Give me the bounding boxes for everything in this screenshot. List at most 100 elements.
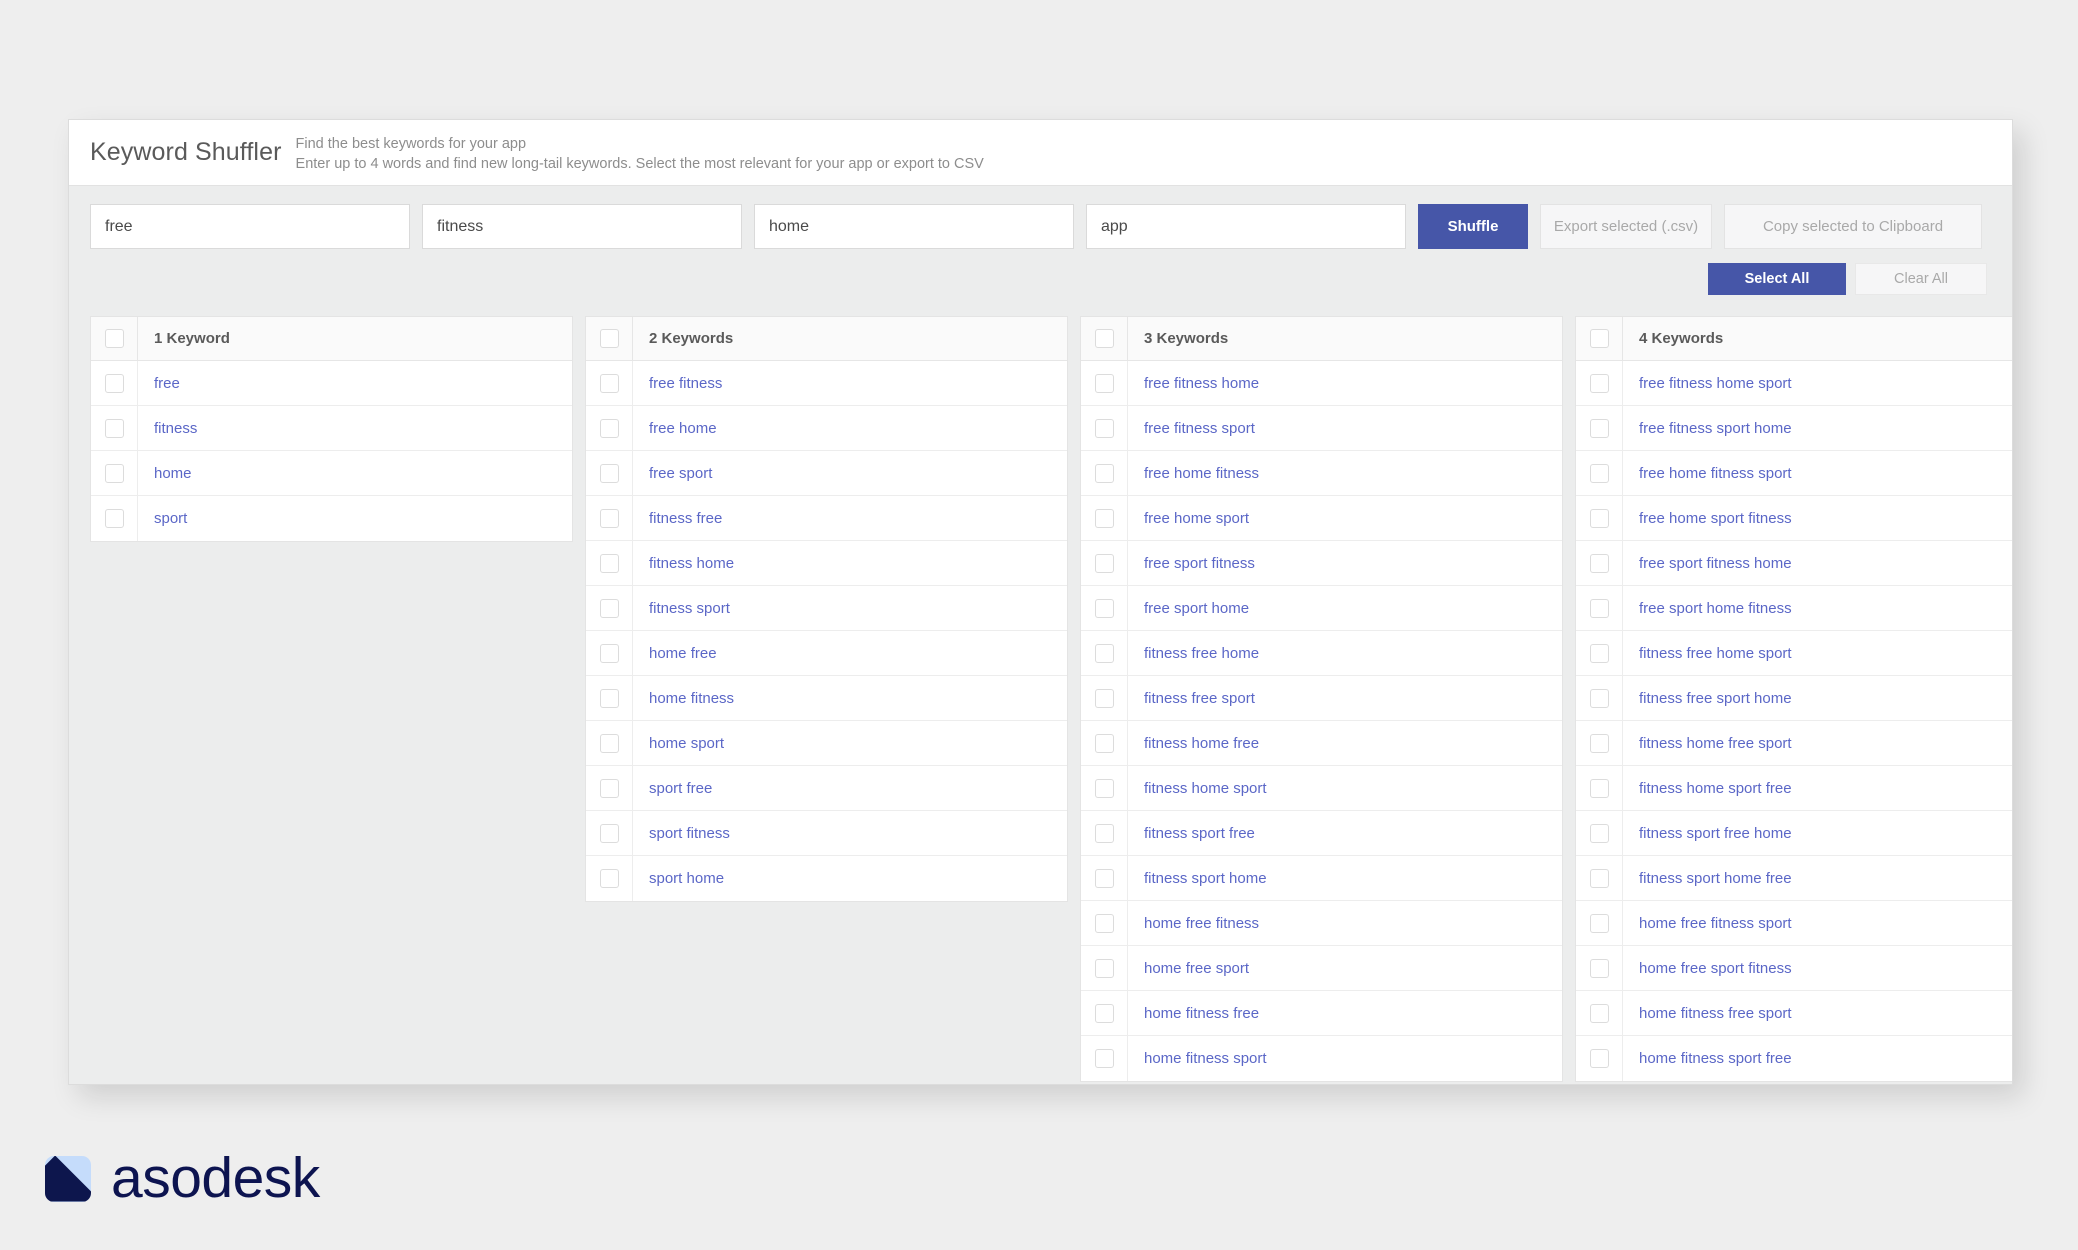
keyword-row[interactable]: free fitness — [586, 361, 1067, 406]
export-selected-button[interactable]: Export selected (.csv) — [1540, 204, 1712, 249]
keyword-label[interactable]: fitness home free sport — [1623, 735, 1792, 752]
keyword-checkbox-cell[interactable] — [1576, 901, 1623, 945]
keyword-checkbox[interactable] — [1094, 1049, 1114, 1068]
keyword-checkbox[interactable] — [1094, 508, 1114, 528]
keyword-row[interactable]: home free fitness sport — [1576, 901, 2012, 946]
keyword-checkbox-cell[interactable] — [91, 496, 138, 541]
keyword-label[interactable]: fitness home — [633, 555, 734, 572]
keyword-checkbox[interactable] — [104, 373, 124, 393]
keyword-label[interactable]: home free fitness — [1128, 915, 1259, 932]
keyword-checkbox[interactable] — [599, 688, 619, 708]
keyword-checkbox-cell[interactable] — [1081, 406, 1128, 450]
keyword-row[interactable]: home fitness — [586, 676, 1067, 721]
keyword-checkbox[interactable] — [1094, 733, 1114, 753]
keyword-checkbox[interactable] — [104, 463, 124, 483]
keyword-label[interactable]: fitness home free — [1128, 735, 1259, 752]
keyword-checkbox[interactable] — [1589, 1049, 1609, 1068]
keyword-checkbox[interactable] — [1589, 733, 1609, 753]
keyword-checkbox[interactable] — [1094, 1003, 1114, 1023]
keyword-checkbox-cell[interactable] — [1081, 946, 1128, 990]
keyword-checkbox-cell[interactable] — [1081, 541, 1128, 585]
keyword-checkbox-cell[interactable] — [1576, 991, 1623, 1035]
keyword-checkbox-cell[interactable] — [1576, 631, 1623, 675]
keyword-label[interactable]: fitness home sport free — [1623, 780, 1792, 797]
keyword-label[interactable]: fitness free sport home — [1623, 690, 1792, 707]
keyword-label[interactable]: fitness free sport — [1128, 690, 1255, 707]
keyword-row[interactable]: fitness home — [586, 541, 1067, 586]
column-select-checkbox-cell[interactable] — [586, 317, 633, 360]
keyword-checkbox[interactable] — [1094, 868, 1114, 888]
keyword-checkbox[interactable] — [1589, 958, 1609, 978]
keyword-checkbox[interactable] — [599, 463, 619, 483]
keyword-label[interactable]: home free sport fitness — [1623, 960, 1792, 977]
keyword-row[interactable]: free fitness home — [1081, 361, 1562, 406]
keyword-row[interactable]: free fitness sport — [1081, 406, 1562, 451]
keyword-row[interactable]: fitness free home sport — [1576, 631, 2012, 676]
keyword-label[interactable]: free sport — [633, 465, 712, 482]
keyword-row[interactable]: fitness home free — [1081, 721, 1562, 766]
keyword-label[interactable]: fitness sport free home — [1623, 825, 1792, 842]
keyword-checkbox-cell[interactable] — [1576, 541, 1623, 585]
keyword-row[interactable]: free sport home — [1081, 586, 1562, 631]
keyword-checkbox-cell[interactable] — [586, 496, 633, 540]
keyword-label[interactable]: free fitness home — [1128, 375, 1259, 392]
keyword-label[interactable]: fitness — [138, 420, 197, 437]
keyword-checkbox-cell[interactable] — [586, 631, 633, 675]
keyword-checkbox-cell[interactable] — [1576, 451, 1623, 495]
keyword-row[interactable]: fitness free sport — [1081, 676, 1562, 721]
keyword-row[interactable]: fitness home sport — [1081, 766, 1562, 811]
keyword-checkbox-cell[interactable] — [586, 541, 633, 585]
keyword-checkbox-cell[interactable] — [1081, 811, 1128, 855]
keyword-label[interactable]: fitness sport free — [1128, 825, 1255, 842]
keyword-label[interactable]: sport home — [633, 870, 724, 887]
keyword-checkbox[interactable] — [1589, 868, 1609, 888]
keyword-label[interactable]: free sport home fitness — [1623, 600, 1792, 617]
keyword-row[interactable]: free home sport fitness — [1576, 496, 2012, 541]
keyword-row[interactable]: home sport — [586, 721, 1067, 766]
keyword-label[interactable]: fitness free home sport — [1623, 645, 1792, 662]
keyword-row[interactable]: fitness home sport free — [1576, 766, 2012, 811]
keyword-checkbox[interactable] — [599, 823, 619, 843]
keyword-checkbox-cell[interactable] — [1081, 1036, 1128, 1081]
keyword-row[interactable]: free home — [586, 406, 1067, 451]
column-select-checkbox-cell[interactable] — [1081, 317, 1128, 360]
keyword-checkbox[interactable] — [1589, 823, 1609, 843]
keyword-checkbox-cell[interactable] — [1576, 676, 1623, 720]
keyword-checkbox-cell[interactable] — [1081, 631, 1128, 675]
keyword-checkbox-cell[interactable] — [1081, 676, 1128, 720]
keyword-row[interactable]: fitness free — [586, 496, 1067, 541]
keyword-checkbox-cell[interactable] — [586, 811, 633, 855]
keyword-checkbox[interactable] — [1589, 598, 1609, 618]
keyword-row[interactable]: home — [91, 451, 572, 496]
keyword-label[interactable]: fitness free home — [1128, 645, 1259, 662]
keyword-row[interactable]: free home fitness sport — [1576, 451, 2012, 496]
keyword-checkbox[interactable] — [599, 373, 619, 393]
keyword-row[interactable]: home free fitness — [1081, 901, 1562, 946]
keyword-row[interactable]: free sport home fitness — [1576, 586, 2012, 631]
keyword-checkbox-cell[interactable] — [586, 406, 633, 450]
keyword-input-2[interactable] — [422, 204, 742, 249]
column-select-checkbox-cell[interactable] — [91, 317, 138, 360]
keyword-checkbox[interactable] — [1094, 373, 1114, 393]
keyword-label[interactable]: sport free — [633, 780, 712, 797]
keyword-label[interactable]: free — [138, 375, 180, 392]
keyword-label[interactable]: free sport fitness — [1128, 555, 1255, 572]
keyword-checkbox[interactable] — [1589, 688, 1609, 708]
column-select-checkbox[interactable] — [104, 329, 124, 348]
keyword-checkbox-cell[interactable] — [586, 856, 633, 901]
keyword-input-1[interactable] — [90, 204, 410, 249]
keyword-label[interactable]: sport fitness — [633, 825, 730, 842]
keyword-checkbox[interactable] — [1094, 643, 1114, 663]
keyword-checkbox[interactable] — [1589, 778, 1609, 798]
keyword-label[interactable]: home free — [633, 645, 717, 662]
clear-all-button[interactable]: Clear All — [1855, 263, 1987, 295]
keyword-input-3[interactable] — [754, 204, 1074, 249]
keyword-row[interactable]: fitness free home — [1081, 631, 1562, 676]
keyword-checkbox[interactable] — [1589, 373, 1609, 393]
keyword-row[interactable]: fitness sport home — [1081, 856, 1562, 901]
keyword-row[interactable]: home fitness sport free — [1576, 1036, 2012, 1081]
keyword-checkbox-cell[interactable] — [1081, 856, 1128, 900]
keyword-label[interactable]: home fitness free — [1128, 1005, 1259, 1022]
keyword-checkbox[interactable] — [599, 418, 619, 438]
keyword-checkbox-cell[interactable] — [1576, 811, 1623, 855]
